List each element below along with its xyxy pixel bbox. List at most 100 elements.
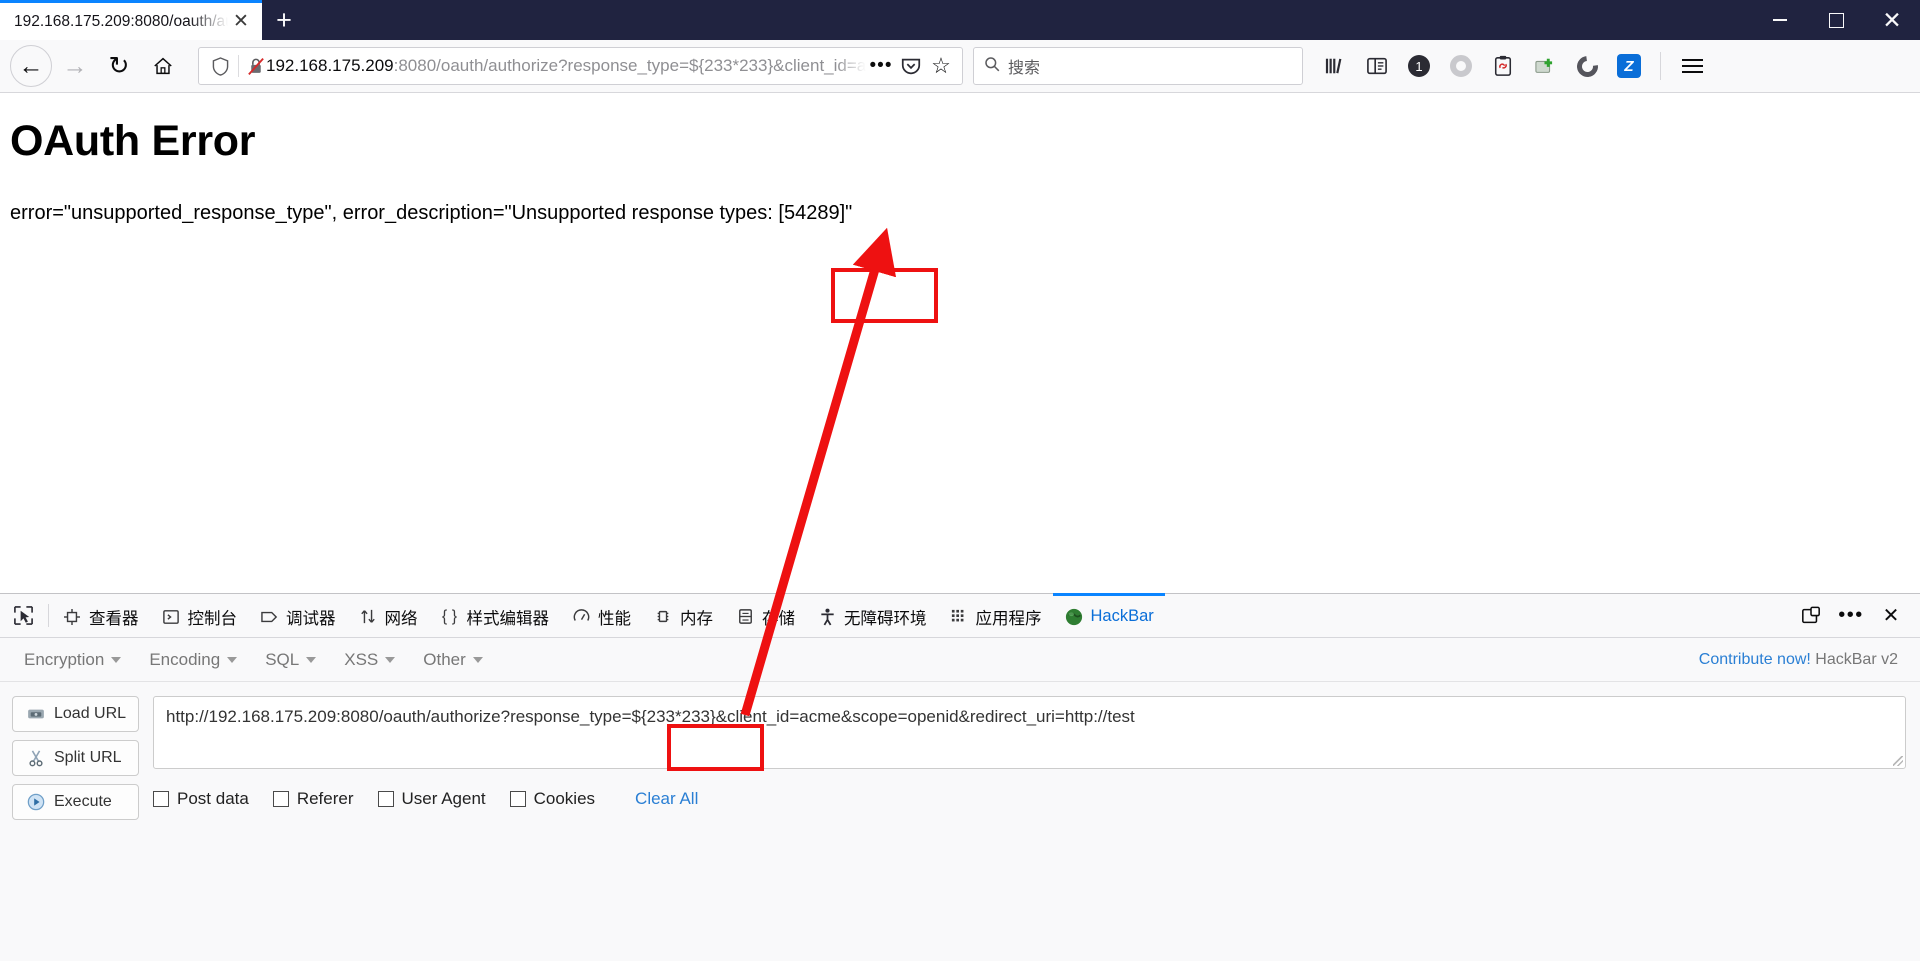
- window-minimize-button[interactable]: [1752, 0, 1808, 40]
- checkbox-box[interactable]: [153, 791, 169, 807]
- load-url-button[interactable]: Load URL: [12, 696, 139, 732]
- devtools-meatball-menu-icon[interactable]: •••: [1834, 599, 1868, 633]
- tab-close-icon[interactable]: ✕: [228, 9, 254, 35]
- toolbar-divider: [1660, 52, 1661, 80]
- hamburger-menu-icon[interactable]: [1672, 46, 1712, 86]
- chevron-down-icon: [111, 656, 122, 663]
- memory-icon: [653, 608, 673, 625]
- browser-extension-toolbar: 1 Z: [1315, 46, 1712, 86]
- devtools-tab-network[interactable]: 网络: [347, 593, 429, 637]
- hackbar-menu-label: Encoding: [149, 649, 221, 669]
- new-tab-button[interactable]: +: [262, 0, 306, 40]
- browser-tab[interactable]: 192.168.175.209:8080/oauth/aut ✕: [0, 0, 262, 40]
- devtools-tab-style-editor[interactable]: { } 样式编辑器: [429, 593, 561, 637]
- devtools-tab-label: 控制台: [187, 609, 238, 628]
- devtools-tab-label: 性能: [598, 609, 631, 628]
- split-url-button[interactable]: Split URL: [12, 740, 139, 776]
- reload-button[interactable]: ↻: [98, 45, 140, 87]
- checkbox-cookies[interactable]: Cookies: [509, 789, 609, 809]
- home-button[interactable]: [142, 45, 184, 87]
- window-close-button[interactable]: ✕: [1864, 0, 1920, 40]
- devtools-close-icon[interactable]: ✕: [1874, 599, 1908, 633]
- library-icon[interactable]: [1315, 46, 1355, 86]
- devtools-tab-debugger[interactable]: 调试器: [248, 593, 347, 637]
- dock-toggle-icon[interactable]: [1794, 599, 1828, 633]
- devtools-tab-storage[interactable]: 存储: [724, 593, 806, 637]
- contribute-link[interactable]: Contribute now!: [1699, 651, 1811, 668]
- account-badge-icon[interactable]: 1: [1399, 46, 1439, 86]
- page-title: OAuth Error: [10, 117, 256, 165]
- forward-button[interactable]: →: [54, 45, 96, 87]
- back-button[interactable]: ←: [10, 45, 52, 87]
- url-path: :8080/oauth/authorize?response_type=${23…: [393, 56, 866, 75]
- hackbar-menu-sql[interactable]: SQL: [251, 645, 330, 675]
- hackbar-menu-other[interactable]: Other: [409, 645, 497, 675]
- hackbar-url-textarea[interactable]: http://192.168.175.209:8080/oauth/author…: [153, 696, 1906, 769]
- window-maximize-button[interactable]: [1808, 0, 1864, 40]
- sidebar-icon[interactable]: [1357, 46, 1397, 86]
- oauth-error-text: error="unsupported_response_type", error…: [10, 202, 853, 224]
- checkbox-user-agent[interactable]: User Agent: [377, 789, 500, 809]
- search-bar[interactable]: 搜索: [973, 47, 1303, 85]
- grey-ring-icon[interactable]: [1441, 46, 1481, 86]
- storage-icon: [735, 608, 755, 625]
- devtools-tab-label: 存储: [762, 609, 795, 628]
- devtools-tab-application[interactable]: 应用程序: [938, 593, 1053, 637]
- hackbar-menu-xss[interactable]: XSS: [330, 645, 409, 675]
- tab-title: 192.168.175.209:8080/oauth/aut: [14, 12, 228, 30]
- home-icon: [154, 57, 172, 75]
- hackbar-url-value: http://192.168.175.209:8080/oauth/author…: [166, 707, 1135, 726]
- devtools-tab-hackbar[interactable]: HackBar: [1052, 593, 1165, 637]
- devtools-tab-memory[interactable]: 内存: [642, 593, 724, 637]
- tracking-shield-icon[interactable]: [209, 56, 231, 76]
- hackbar-menu-label: SQL: [265, 649, 300, 669]
- browser-navigation-toolbar: ← → ↻ 192.168.175.209:8080/oauth/authori…: [0, 40, 1920, 93]
- dark-ring-icon[interactable]: [1567, 46, 1607, 86]
- page-actions-icon[interactable]: •••: [866, 51, 896, 81]
- bookmark-star-icon[interactable]: ☆: [926, 51, 956, 81]
- clipboard-link-icon[interactable]: [1483, 46, 1523, 86]
- checkbox-box[interactable]: [509, 791, 526, 807]
- devtools-toolbar-actions: ••• ✕: [1794, 594, 1920, 637]
- back-arrow-icon: ←: [18, 51, 44, 80]
- hackbar-button-label: Execute: [54, 793, 112, 810]
- devtools-tab-label: 内存: [680, 609, 713, 628]
- checkbox-box[interactable]: [377, 791, 394, 807]
- chevron-down-icon: [472, 656, 483, 663]
- element-picker-icon[interactable]: [0, 594, 46, 637]
- textarea-resize-handle[interactable]: [1893, 756, 1903, 766]
- hackbar-menu-encryption[interactable]: Encryption: [10, 645, 135, 675]
- urlbar-divider: [238, 55, 239, 77]
- hackbar-menubar: Encryption Encoding SQL XSS Other Contri…: [0, 638, 1920, 682]
- devtools-divider: [48, 604, 49, 627]
- pocket-icon[interactable]: [896, 51, 926, 81]
- devtools-panel: 查看器 控制台 调试器 网络 { } 样式编辑器 性能 内存 存储 无障碍环境 …: [0, 593, 1920, 961]
- split-url-icon: [27, 749, 45, 767]
- insecure-lock-icon[interactable]: [246, 57, 266, 76]
- devtools-tab-label: 无障碍环境: [844, 609, 927, 628]
- hackbar-menu-encoding[interactable]: Encoding: [135, 645, 251, 675]
- debugger-icon: [259, 609, 279, 625]
- hackbar-button-column: Load URL Split URL Execute: [12, 696, 139, 820]
- checkbox-box[interactable]: [272, 791, 289, 807]
- devtools-tab-label: 应用程序: [975, 609, 1042, 628]
- style-editor-icon: { }: [441, 607, 458, 625]
- checkbox-label: User Agent: [401, 789, 486, 808]
- devtools-tab-accessibility[interactable]: 无障碍环境: [806, 593, 938, 637]
- devtools-tab-inspector[interactable]: 查看器: [51, 593, 150, 637]
- execute-button[interactable]: Execute: [12, 784, 139, 820]
- devtools-tab-label: HackBar: [1090, 607, 1154, 625]
- checkbox-post-data[interactable]: Post data: [153, 789, 263, 809]
- hackbar-options-row: Post data Referer User Agent Cookies Cle…: [153, 789, 1906, 809]
- checkbox-referer[interactable]: Referer: [272, 789, 368, 809]
- add-note-icon[interactable]: [1525, 46, 1565, 86]
- forward-arrow-icon: →: [62, 51, 88, 80]
- search-icon: [984, 56, 1000, 77]
- clear-all-link[interactable]: Clear All: [635, 789, 698, 809]
- chevron-down-icon: [385, 656, 396, 663]
- devtools-tab-performance[interactable]: 性能: [560, 593, 642, 637]
- zotero-extension-icon[interactable]: Z: [1609, 46, 1649, 86]
- url-bar[interactable]: 192.168.175.209:8080/oauth/authorize?res…: [198, 47, 963, 85]
- checkbox-label: Cookies: [533, 789, 596, 808]
- devtools-tab-console[interactable]: 控制台: [150, 593, 249, 637]
